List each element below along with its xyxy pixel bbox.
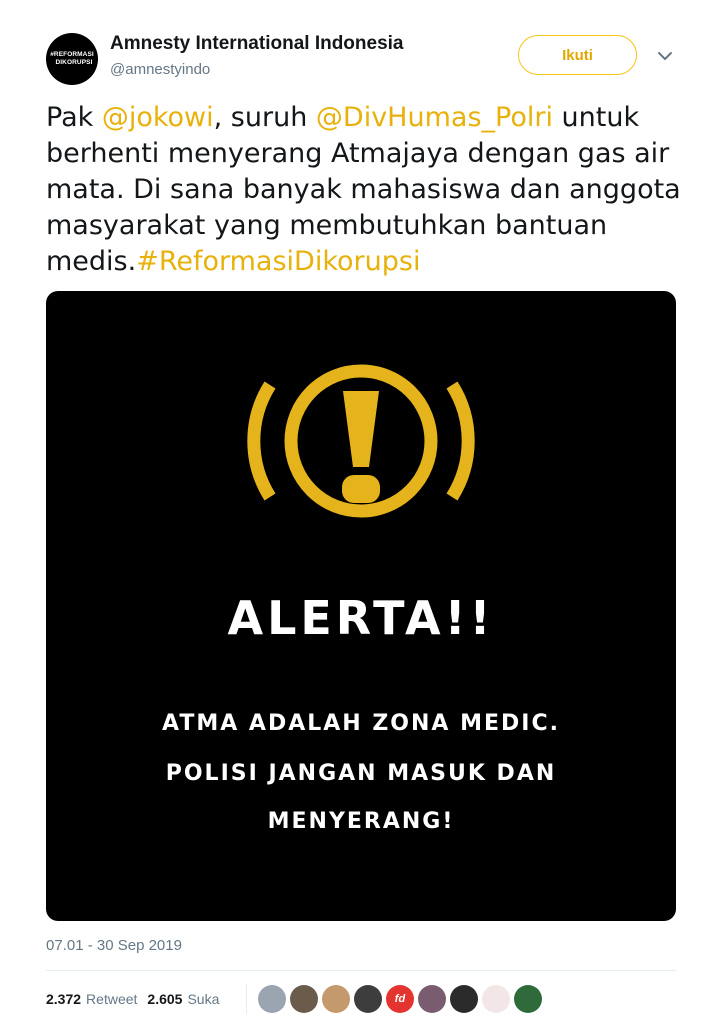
stats-separator [246,984,247,1014]
account-handle[interactable]: @amnestyindo [110,61,210,78]
avatar-text-line2: DIKORUPSI [55,58,93,66]
liker-avatar-4[interactable] [354,985,382,1013]
mention-link[interactable]: @DivHumas_Polri [316,102,553,133]
tweet-timestamp[interactable]: 07.01 - 30 Sep 2019 [46,937,182,954]
hashtag-link[interactable]: #ReformasiDikorupsi [136,246,420,277]
like-stat[interactable]: 2.605 Suka [147,991,219,1007]
liker-avatar-glyph: fd [394,993,406,1005]
retweet-label: Retweet [86,991,138,1007]
like-label: Suka [187,991,220,1007]
liker-avatar-2[interactable] [290,985,318,1013]
account-avatar[interactable]: #REFORMASI DIKORUPSI [46,33,98,85]
liker-avatar-8[interactable] [482,985,510,1013]
mention-link[interactable]: @jokowi [102,102,214,133]
follow-button[interactable]: Ikuti [518,35,637,75]
alert-message-line1: ATMA ADALAH ZONA MEDIC. [162,711,560,736]
tweet-header: #REFORMASI DIKORUPSI Amnesty Internation… [0,0,720,100]
liker-avatar-6[interactable] [418,985,446,1013]
avatar-text-line1: #REFORMASI [50,51,94,58]
tweet-media-image[interactable]: ALERTA!! ATMA ADALAH ZONA MEDIC. POLISI … [46,291,676,921]
liker-avatar-1[interactable] [258,985,286,1013]
tweet-text: Pak @jokowi, suruh @DivHumas_Polri untuk… [46,100,696,280]
liker-avatar-5[interactable]: fd [386,985,414,1013]
like-count: 2.605 [147,991,183,1007]
alert-message-line3: MENYERANG! [267,809,455,834]
chevron-down-icon[interactable] [655,46,675,66]
tweet-text-segment: , suruh [213,102,316,133]
retweet-stat[interactable]: 2.372 Retweet [46,991,137,1007]
tweet-stats: 2.372 Retweet 2.605 Suka [46,988,229,1010]
divider [46,970,676,971]
likers-avatars: fd [258,985,546,1013]
account-display-name[interactable]: Amnesty International Indonesia [110,33,404,55]
tweet-text-segment: Pak [46,102,102,133]
alert-headline: ALERTA!! [227,591,495,645]
retweet-count: 2.372 [46,991,82,1007]
liker-avatar-7[interactable] [450,985,478,1013]
warning-exclamation-icon [247,364,475,518]
liker-avatar-3[interactable] [322,985,350,1013]
liker-avatar-9[interactable] [514,985,542,1013]
alert-message-line2: POLISI JANGAN MASUK DAN [165,761,557,786]
